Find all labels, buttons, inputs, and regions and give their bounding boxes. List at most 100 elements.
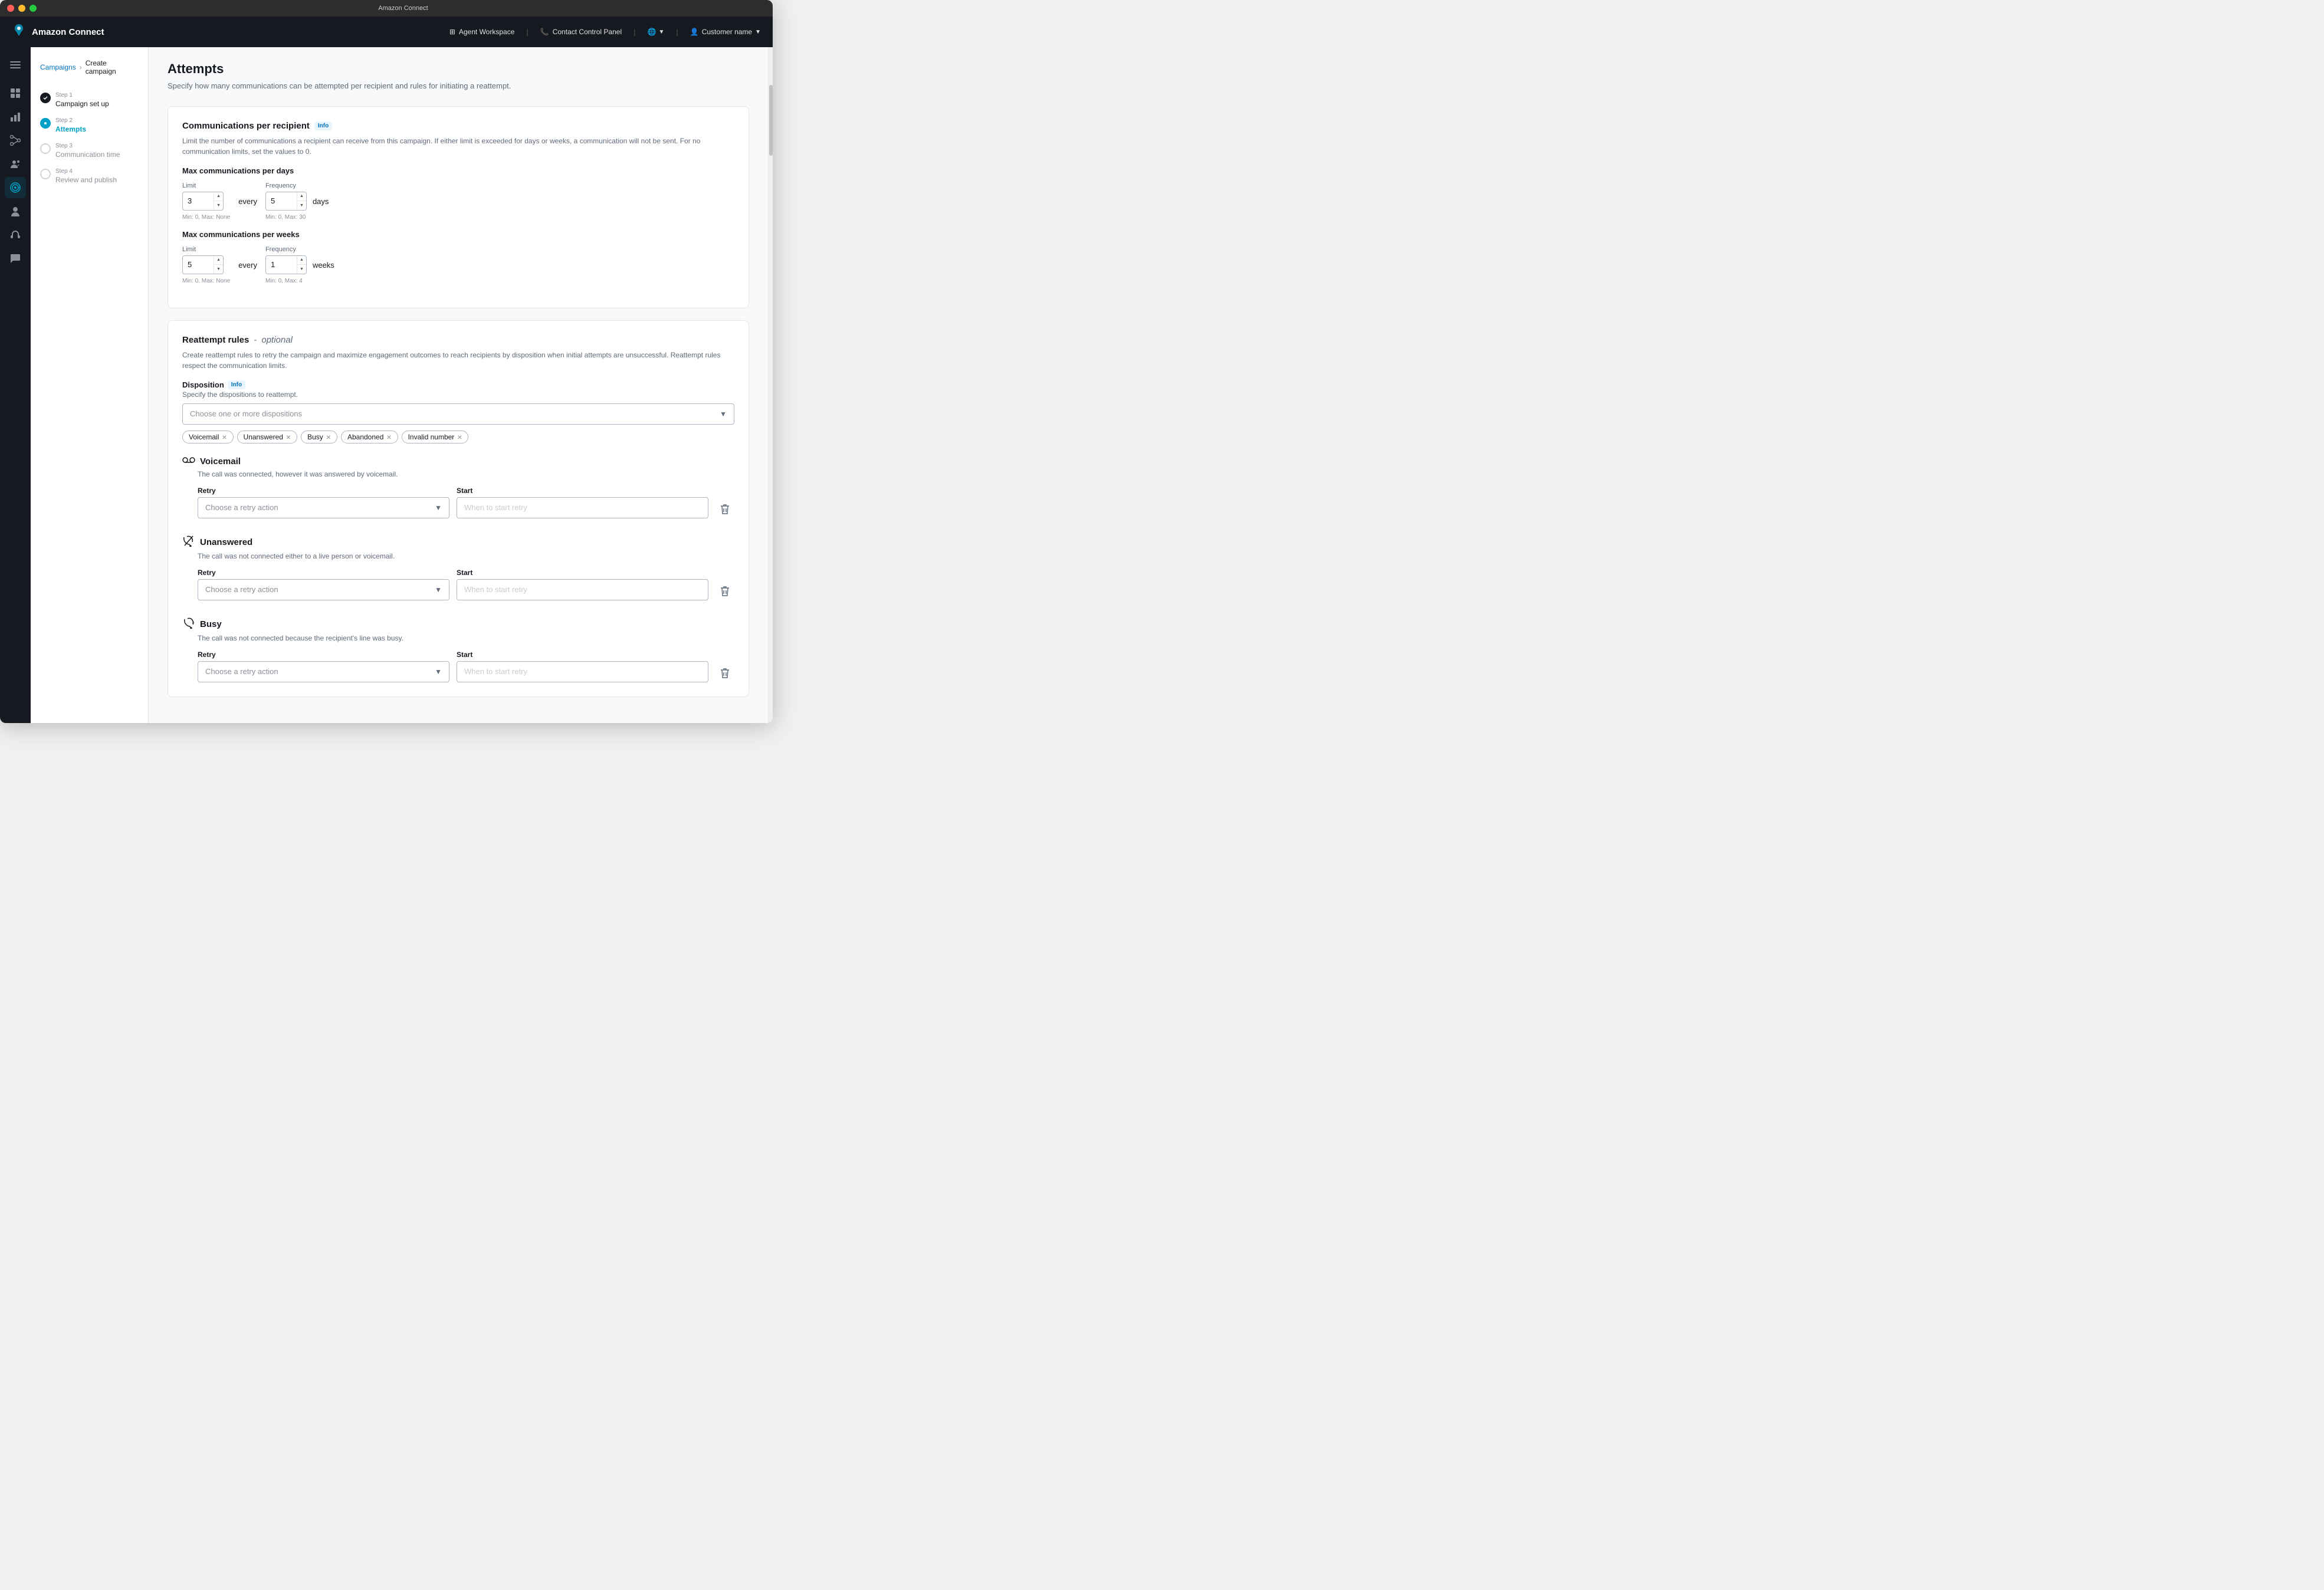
frequency-weeks-value: 1 <box>266 260 297 269</box>
chevron-down-icon: ▼ <box>658 29 664 35</box>
unanswered-retry-select[interactable]: Choose a retry action ▼ <box>198 579 449 600</box>
voicemail-icon <box>182 455 195 468</box>
every-text-weeks: every <box>236 261 260 270</box>
title-bar: Amazon Connect <box>0 0 773 17</box>
remove-abandoned-tag[interactable]: × <box>386 433 391 441</box>
voicemail-delete-button[interactable] <box>715 500 734 518</box>
remove-voicemail-tag[interactable]: × <box>222 433 227 441</box>
unanswered-start-input[interactable]: When to start retry <box>457 579 708 600</box>
frequency-weeks-label: Frequency <box>265 246 307 253</box>
scrollbar-thumb[interactable] <box>769 85 773 156</box>
limit-days-input[interactable]: 3 ▲ ▼ <box>182 192 224 211</box>
maximize-button[interactable] <box>29 5 37 12</box>
comms-card-title: Communications per recipient Info <box>182 121 734 131</box>
unanswered-delete-button[interactable] <box>715 582 734 600</box>
unanswered-retry-placeholder: Choose a retry action <box>205 585 278 594</box>
app-window: Amazon Connect Amazon Connect ⊞ Agent Wo… <box>0 0 773 723</box>
sidebar-item-profile[interactable] <box>5 201 26 222</box>
step-3: Step 3 Communication time <box>40 138 139 163</box>
agent-workspace-button[interactable]: ⊞ Agent Workspace <box>449 28 515 36</box>
tag-invalid-number: Invalid number × <box>402 431 469 444</box>
globe-icon: 🌐 <box>648 28 657 36</box>
voicemail-start-input[interactable]: When to start retry <box>457 497 708 518</box>
unanswered-retry-label: Retry <box>198 569 449 577</box>
limit-weeks-up[interactable]: ▲ <box>214 256 223 265</box>
step-2-indicator <box>40 118 51 129</box>
days-unit: days <box>313 197 329 206</box>
unanswered-retry-field: Retry Choose a retry action ▼ <box>198 569 449 600</box>
chevron-down-icon: ▼ <box>435 504 442 512</box>
step-4: Step 4 Review and publish <box>40 163 139 189</box>
user-menu-button[interactable]: 👤 Customer name ▼ <box>690 28 761 36</box>
frequency-days-input[interactable]: 5 ▲ ▼ <box>265 192 307 211</box>
brand-icon <box>12 23 26 41</box>
sidebar-item-dashboard[interactable] <box>5 83 26 104</box>
steps-panel: Campaigns › Create campaign Step 1 Campa… <box>31 47 149 723</box>
comms-card-desc: Limit the number of communications a rec… <box>182 136 734 157</box>
main-content: Attempts Specify how many communications… <box>149 47 768 723</box>
unanswered-title: Unanswered <box>200 537 252 547</box>
limit-weeks-down[interactable]: ▼ <box>214 265 223 274</box>
busy-retry-placeholder: Choose a retry action <box>205 667 278 676</box>
page-description: Specify how many communications can be a… <box>168 80 749 92</box>
every-text-days: every <box>236 197 260 206</box>
page-title: Attempts <box>168 61 749 77</box>
sidebar-item-campaigns[interactable] <box>5 177 26 198</box>
tag-unanswered: Unanswered × <box>237 431 298 444</box>
busy-group: Busy The call was not connected because … <box>182 617 734 682</box>
limit-weeks-value: 5 <box>183 260 214 269</box>
remove-invalid-number-tag[interactable]: × <box>457 433 462 441</box>
voicemail-retry-label: Retry <box>198 487 449 495</box>
sidebar-item-chat[interactable] <box>5 248 26 269</box>
limit-weeks-input[interactable]: 5 ▲ ▼ <box>182 255 224 274</box>
limit-label: Limit <box>182 182 230 189</box>
disposition-dropdown[interactable]: Choose one or more dispositions ▼ <box>182 403 734 425</box>
busy-start-input[interactable]: When to start retry <box>457 661 708 682</box>
busy-start-placeholder: When to start retry <box>464 667 527 676</box>
brand-name: Amazon Connect <box>32 27 104 37</box>
voicemail-start-placeholder: When to start retry <box>464 503 527 512</box>
frequency-weeks-input[interactable]: 1 ▲ ▼ <box>265 255 307 274</box>
top-nav: Amazon Connect ⊞ Agent Workspace | 📞 Con… <box>0 17 773 47</box>
unanswered-group: Unanswered The call was not connected ei… <box>182 535 734 600</box>
voicemail-retry-select[interactable]: Choose a retry action ▼ <box>198 497 449 518</box>
max-per-days-title: Max communications per days <box>182 166 734 175</box>
busy-icon <box>182 617 195 632</box>
limit-weeks-hint: Min: 0, Max: None <box>182 278 230 284</box>
minimize-button[interactable] <box>18 5 25 12</box>
voicemail-group: Voicemail The call was connected, howeve… <box>182 455 734 518</box>
limit-days-down[interactable]: ▼ <box>214 201 223 210</box>
remove-busy-tag[interactable]: × <box>326 433 331 441</box>
step-2-content: Step 2 Attempts <box>55 117 139 133</box>
frequency-days-down[interactable]: ▼ <box>297 201 306 210</box>
sidebar-item-flows[interactable] <box>5 130 26 151</box>
step-4-indicator <box>40 169 51 179</box>
disposition-info-badge[interactable]: Info <box>228 380 245 389</box>
sidebar-item-analytics[interactable] <box>5 106 26 127</box>
frequency-weeks-up[interactable]: ▲ <box>297 256 306 265</box>
voicemail-retry-placeholder: Choose a retry action <box>205 503 278 512</box>
frequency-days-up[interactable]: ▲ <box>297 192 306 202</box>
close-button[interactable] <box>7 5 14 12</box>
sidebar-item-headset[interactable] <box>5 224 26 245</box>
limit-days-up[interactable]: ▲ <box>214 192 223 202</box>
sidebar-item-menu[interactable] <box>5 54 26 75</box>
breadcrumb-current: Create campaign <box>86 59 139 75</box>
brand: Amazon Connect <box>12 23 440 41</box>
tag-abandoned: Abandoned × <box>341 431 398 444</box>
frequency-weeks-down[interactable]: ▼ <box>297 265 306 274</box>
chevron-down-icon: ▼ <box>720 410 727 418</box>
language-button[interactable]: 🌐 ▼ <box>648 28 665 36</box>
comms-info-badge[interactable]: Info <box>314 121 332 130</box>
weeks-unit: weeks <box>313 261 334 270</box>
busy-retry-select[interactable]: Choose a retry action ▼ <box>198 661 449 682</box>
contact-control-panel-button[interactable]: 📞 Contact Control Panel <box>540 28 622 36</box>
frequency-days-hint: Min: 0, Max: 30 <box>265 214 307 221</box>
busy-delete-button[interactable] <box>715 663 734 682</box>
scrollbar[interactable] <box>768 47 773 723</box>
sidebar-item-users[interactable] <box>5 153 26 175</box>
max-per-days-row: Limit 3 ▲ ▼ Min: 0, Max: None every Freq… <box>182 182 734 221</box>
breadcrumb-campaigns[interactable]: Campaigns <box>40 63 76 71</box>
remove-unanswered-tag[interactable]: × <box>286 433 291 441</box>
step-3-indicator <box>40 143 51 154</box>
